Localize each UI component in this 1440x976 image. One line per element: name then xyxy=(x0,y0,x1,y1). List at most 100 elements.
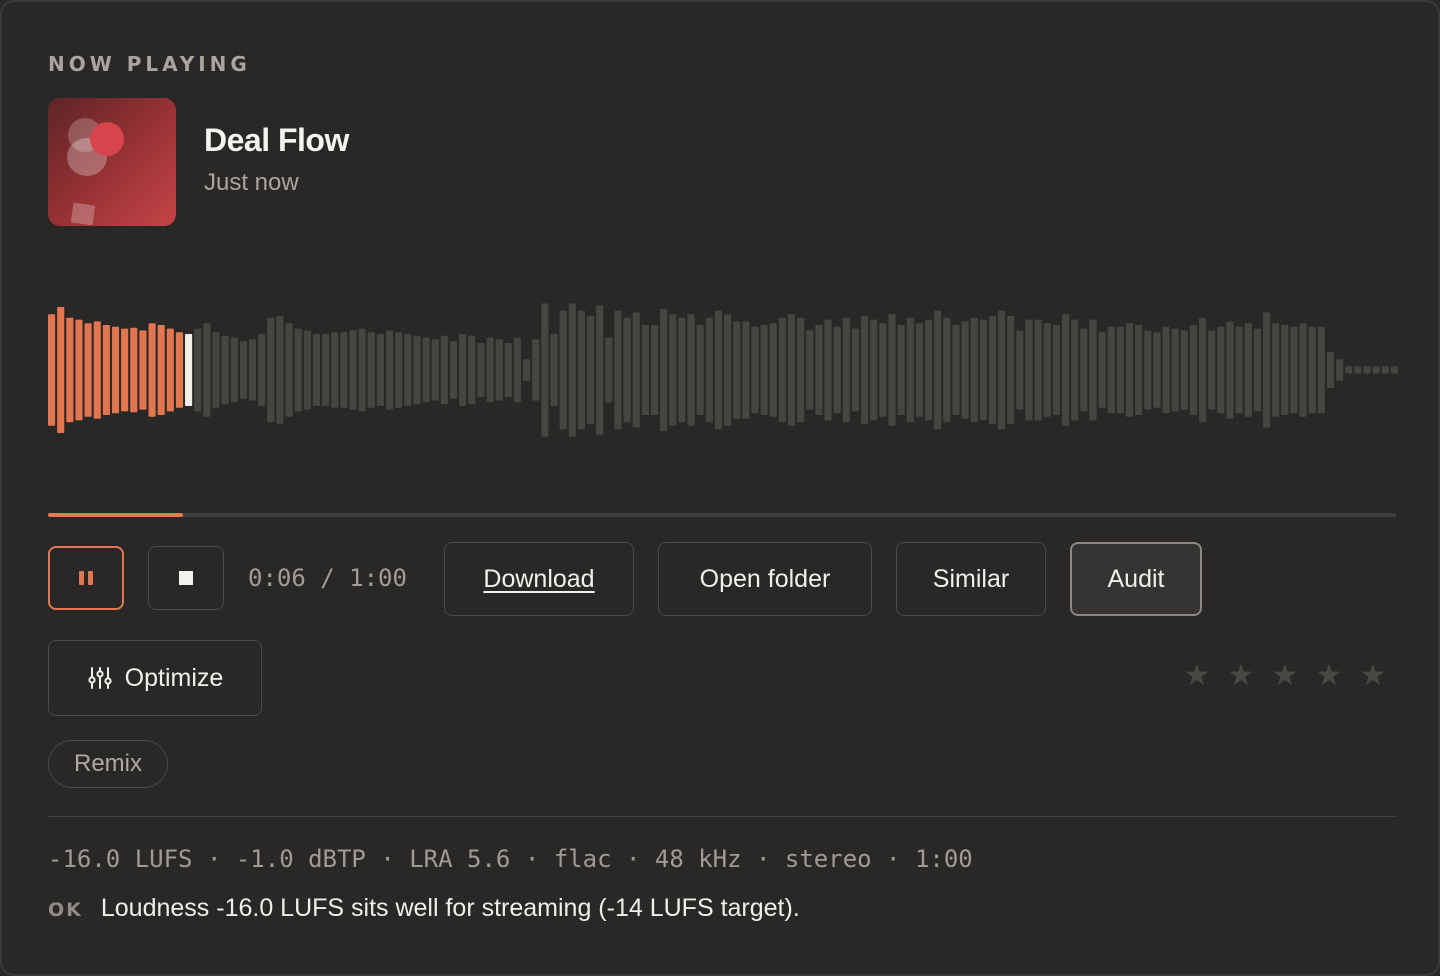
waveform-bar xyxy=(1244,323,1252,417)
waveform-bar xyxy=(523,359,531,381)
waveform-bar xyxy=(1208,330,1216,410)
open-folder-button[interactable]: Open folder xyxy=(658,542,872,616)
download-label: Download xyxy=(483,564,595,593)
waveform-bar xyxy=(66,317,74,423)
waveform-bar xyxy=(404,334,412,406)
track-subtitle: Just now xyxy=(204,169,299,196)
waveform-bar xyxy=(230,337,238,403)
star-icon[interactable]: ★ xyxy=(1226,654,1256,698)
waveform-bar xyxy=(742,321,750,419)
waveform-bar xyxy=(705,317,713,423)
waveform-bar xyxy=(915,323,923,417)
waveform-bar xyxy=(276,316,284,424)
waveform-bar xyxy=(1107,326,1115,414)
waveform-bar xyxy=(861,316,869,424)
waveform-bar xyxy=(687,314,695,426)
waveform-bar xyxy=(1144,330,1152,410)
stop-button[interactable] xyxy=(148,546,224,610)
waveform-bar xyxy=(1116,326,1124,414)
progress-bar[interactable] xyxy=(48,513,1396,517)
waveform-bar xyxy=(1135,325,1143,415)
waveform-bar xyxy=(669,314,677,426)
waveform-bar xyxy=(577,310,585,430)
star-icon[interactable]: ★ xyxy=(1358,654,1388,698)
waveform-bar xyxy=(924,319,933,421)
waveform-bar xyxy=(988,316,997,424)
time-display: 0:06 / 1:00 xyxy=(248,564,407,592)
waveform-bar xyxy=(322,334,330,406)
waveform-bar xyxy=(1171,328,1179,412)
status-line: OK Loudness -16.0 LUFS sits well for str… xyxy=(48,894,800,923)
divider xyxy=(48,816,1396,817)
now-playing-card: NOW PLAYING Deal Flow Just now 0:06 / 1:… xyxy=(0,0,1440,976)
similar-button[interactable]: Similar xyxy=(896,542,1046,616)
waveform-bar xyxy=(1016,330,1024,410)
waveform-bar xyxy=(897,325,905,415)
waveform-bar xyxy=(961,321,969,419)
waveform-bar xyxy=(714,310,722,430)
album-art xyxy=(48,98,176,226)
waveform-bar xyxy=(1162,326,1170,414)
playhead xyxy=(185,334,193,406)
waveform-bar xyxy=(733,321,741,419)
waveform-bar xyxy=(285,323,293,417)
waveform-bar xyxy=(696,325,704,415)
waveform-bar xyxy=(449,341,458,399)
similar-label: Similar xyxy=(932,564,1010,593)
waveform-bar xyxy=(504,343,512,397)
waveform-bar xyxy=(376,334,384,406)
audit-button[interactable]: Audit xyxy=(1070,542,1202,616)
waveform-bar xyxy=(1281,325,1289,415)
waveform-bar xyxy=(1199,317,1207,423)
open-folder-label: Open folder xyxy=(699,564,831,593)
waveform-bar xyxy=(1326,352,1335,388)
waveform-bar xyxy=(1043,323,1051,417)
waveform-scrubber[interactable] xyxy=(46,272,1398,472)
waveform-bar xyxy=(395,332,403,408)
star-icon[interactable]: ★ xyxy=(1182,654,1212,698)
waveform-bar xyxy=(84,323,92,417)
waveform-bar xyxy=(1290,326,1298,414)
waveform-bar xyxy=(248,339,257,401)
waveform-bar xyxy=(203,323,211,417)
waveform-bar xyxy=(358,328,366,412)
waveform-bar xyxy=(870,319,878,421)
waveform-bar xyxy=(1372,366,1380,374)
waveform-bar xyxy=(175,332,184,408)
star-rating: ★ ★ ★ ★ ★ xyxy=(1182,654,1388,698)
waveform-bar xyxy=(641,325,649,415)
waveform-bar xyxy=(1180,330,1188,410)
waveform-bar xyxy=(157,325,165,415)
waveform-bar xyxy=(1390,366,1398,374)
waveform-bar xyxy=(1217,326,1225,414)
waveform-bar xyxy=(459,334,467,406)
tag-chip-remix[interactable]: Remix xyxy=(48,740,168,788)
star-icon[interactable]: ★ xyxy=(1314,654,1344,698)
waveform-bar xyxy=(303,330,311,410)
waveform-bar xyxy=(1299,323,1307,417)
waveform-bar xyxy=(93,321,101,419)
track-title: Deal Flow xyxy=(204,122,349,158)
waveform-bar xyxy=(111,326,120,414)
waveform-bar xyxy=(815,325,823,415)
waveform-bar xyxy=(888,314,896,426)
waveform-bar xyxy=(906,317,914,423)
download-button[interactable]: Download xyxy=(444,542,634,616)
waveform-bar xyxy=(1062,314,1070,426)
waveform-bar xyxy=(440,335,448,405)
waveform-bar xyxy=(367,332,375,408)
waveform-bar xyxy=(413,335,421,405)
waveform-bar xyxy=(568,303,576,437)
optimize-button[interactable]: Optimize xyxy=(48,640,262,716)
waveform-bar xyxy=(294,328,302,412)
optimize-label: Optimize xyxy=(124,663,224,692)
waveform-bar xyxy=(1089,319,1097,421)
pause-button[interactable] xyxy=(48,546,124,610)
waveform-bar xyxy=(769,323,777,417)
waveform-bar xyxy=(212,332,220,408)
waveform-bar xyxy=(952,325,960,415)
waveform-bar xyxy=(979,319,987,421)
waveform-bar xyxy=(1125,323,1134,417)
star-icon[interactable]: ★ xyxy=(1270,654,1300,698)
waveform-bar xyxy=(1034,319,1042,421)
